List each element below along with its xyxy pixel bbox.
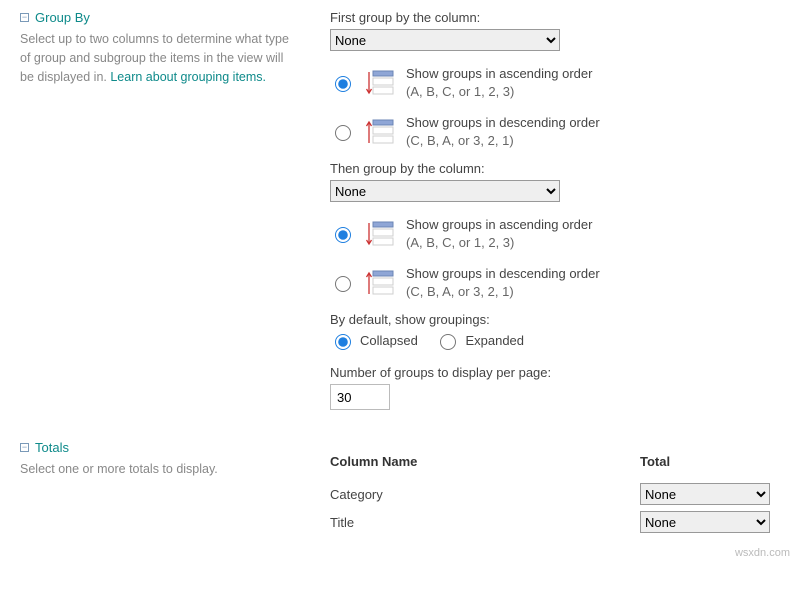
descending-icon (366, 119, 394, 145)
table-row: Title None (330, 511, 780, 533)
first-descending-radio[interactable] (335, 125, 351, 141)
total-select-category[interactable]: None (640, 483, 770, 505)
collapse-icon[interactable]: − (20, 443, 29, 452)
then-ascending-label: Show groups in ascending order (A, B, C,… (406, 216, 592, 251)
then-descending-radio[interactable] (335, 276, 351, 292)
first-ascending-label: Show groups in ascending order (A, B, C,… (406, 65, 592, 100)
first-ascending-radio[interactable] (335, 76, 351, 92)
then-group-select[interactable]: None (330, 180, 560, 202)
then-ascending-radio[interactable] (335, 227, 351, 243)
total-column-name: Category (330, 487, 640, 502)
learn-grouping-link[interactable]: Learn about grouping items. (110, 70, 266, 84)
perpage-label: Number of groups to display per page: (330, 365, 780, 380)
collapsed-label: Collapsed (360, 333, 418, 348)
total-column-name: Title (330, 515, 640, 530)
total-header: Total (640, 454, 780, 469)
then-descending-label: Show groups in descending order (C, B, A… (406, 265, 600, 300)
expanded-label: Expanded (465, 333, 524, 348)
collapsed-radio[interactable] (335, 334, 351, 350)
perpage-input[interactable] (330, 384, 390, 410)
section-title-groupby: Group By (35, 10, 90, 25)
table-row: Category None (330, 483, 780, 505)
first-descending-label: Show groups in descending order (C, B, A… (406, 114, 600, 149)
collapse-icon[interactable]: − (20, 13, 29, 22)
total-select-title[interactable]: None (640, 511, 770, 533)
watermark: wsxdn.com (735, 547, 790, 559)
default-groupings-label: By default, show groupings: (330, 312, 780, 327)
first-group-label: First group by the column: (330, 10, 780, 25)
expanded-radio[interactable] (440, 334, 456, 350)
ascending-icon (366, 221, 394, 247)
groupby-description: Select up to two columns to determine wh… (20, 30, 290, 86)
section-title-totals: Totals (35, 440, 69, 455)
first-group-select[interactable]: None (330, 29, 560, 51)
descending-icon (366, 270, 394, 296)
then-group-label: Then group by the column: (330, 161, 780, 176)
totals-description: Select one or more totals to display. (20, 460, 290, 479)
ascending-icon (366, 70, 394, 96)
column-name-header: Column Name (330, 454, 640, 469)
